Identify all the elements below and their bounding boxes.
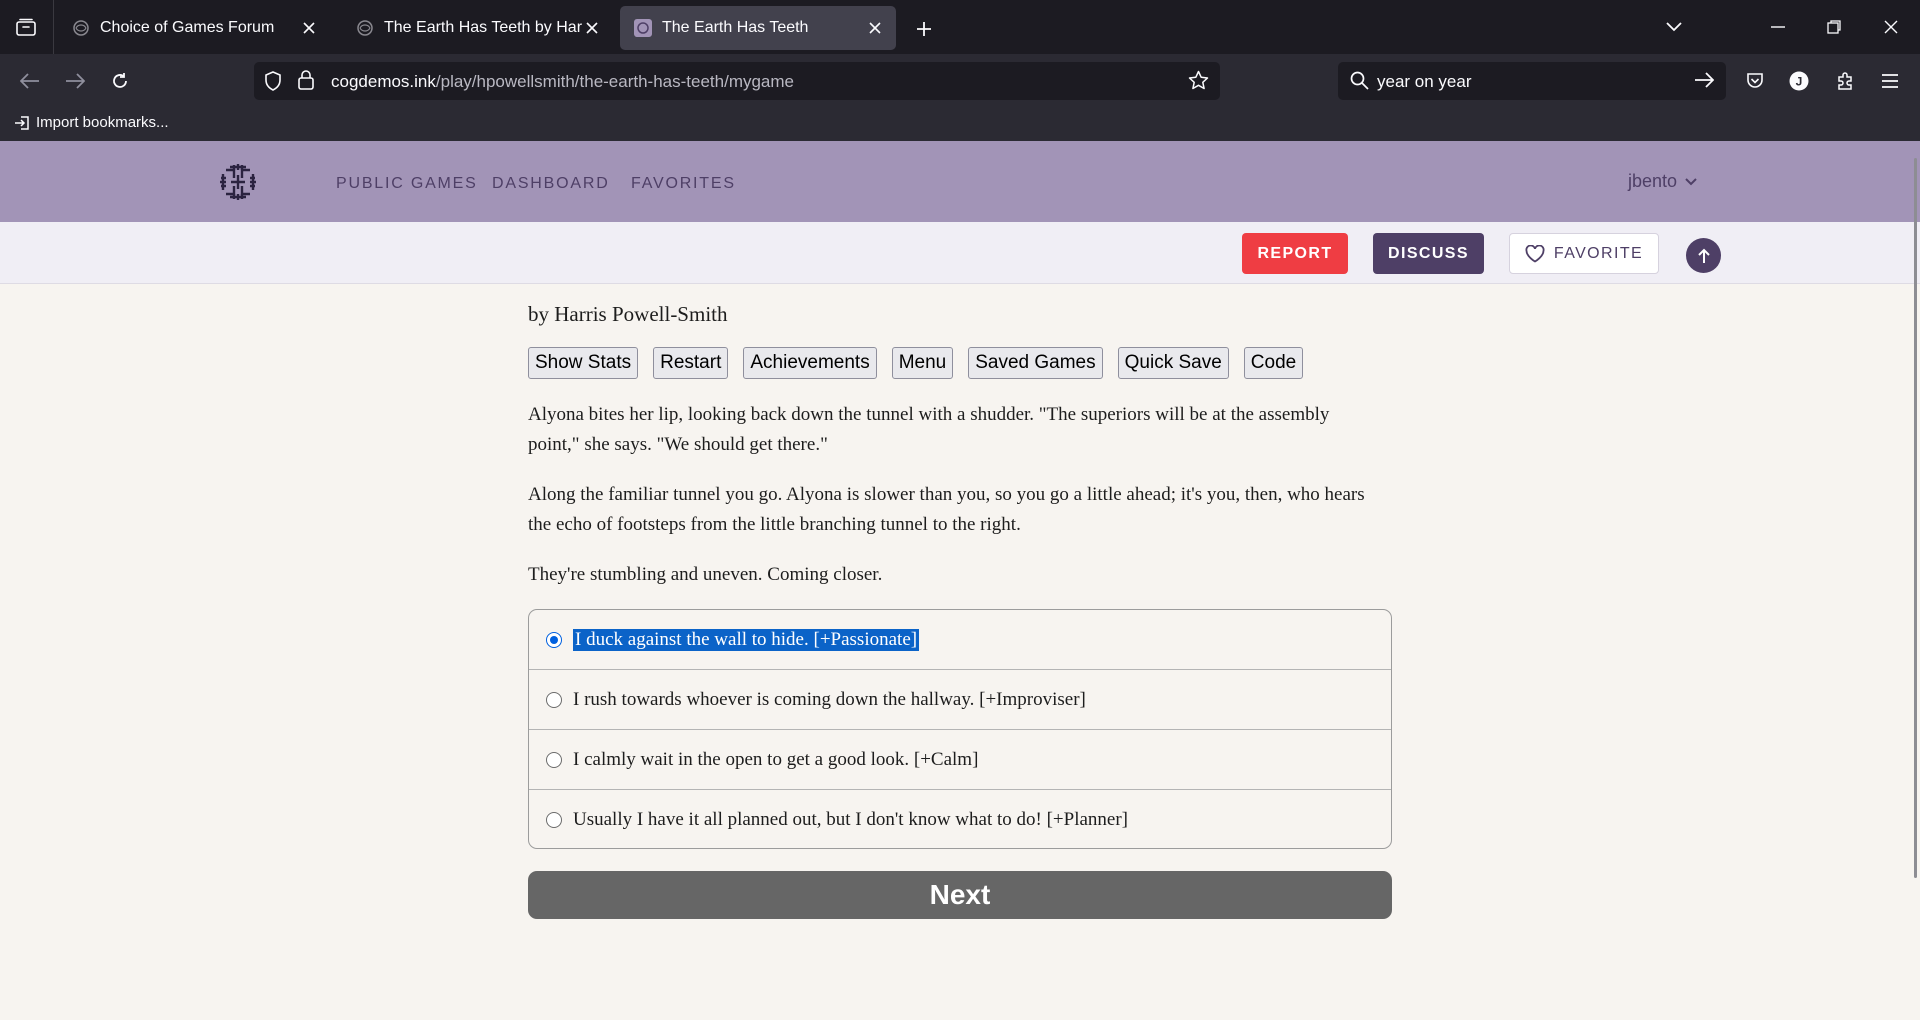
close-tab-icon[interactable] xyxy=(582,13,602,43)
favorite-button[interactable]: FAVORITE xyxy=(1509,233,1659,274)
account-avatar-icon[interactable]: J xyxy=(1781,63,1817,99)
tab-title: The Earth Has Teeth xyxy=(662,19,809,36)
chevron-down-icon xyxy=(1685,177,1697,185)
choice-label: I duck against the wall to hide. [+Passi… xyxy=(573,628,920,651)
cogdemos-favicon-icon xyxy=(634,19,652,37)
discuss-button[interactable]: DISCUSS xyxy=(1373,233,1484,274)
tab-separator xyxy=(53,0,54,54)
url-host: cogdemos.ink xyxy=(331,72,436,91)
story-paragraph: They're stumbling and uneven. Coming clo… xyxy=(528,564,883,585)
browser-tab-bar: Choice of Games Forum The Earth Has Teet… xyxy=(0,0,1920,54)
nav-dashboard[interactable]: DASHBOARD xyxy=(492,175,610,193)
choice-of-games-favicon-icon xyxy=(72,19,90,37)
import-icon xyxy=(15,115,29,130)
import-bookmarks-link[interactable]: Import bookmarks... xyxy=(14,114,169,131)
bookmark-star-icon[interactable] xyxy=(1188,70,1209,96)
bookmarks-bar: Import bookmarks... xyxy=(0,108,1920,141)
story-paragraph: Alyona bites her lip, looking back down … xyxy=(528,404,1330,455)
pocket-icon[interactable] xyxy=(1737,63,1773,99)
extensions-puzzle-icon[interactable] xyxy=(1827,63,1863,99)
game-byline: by Harris Powell-Smith xyxy=(528,302,728,326)
tab-game-active[interactable]: The Earth Has Teeth xyxy=(620,6,896,50)
close-tab-icon[interactable] xyxy=(860,13,890,43)
choice-radio[interactable] xyxy=(546,751,562,768)
search-input[interactable]: year on year xyxy=(1377,72,1472,92)
cogdemos-logo-icon[interactable] xyxy=(217,161,259,203)
site-header: PUBLIC GAMES DASHBOARD FAVORITES jbento xyxy=(0,141,1920,222)
choice-radio[interactable] xyxy=(546,631,562,648)
restore-window-icon[interactable] xyxy=(1814,9,1854,45)
tab-itch-page[interactable]: The Earth Has Teeth by Harris Powell-Smi… xyxy=(342,6,606,50)
story-paragraph: Along the familiar tunnel you go. Alyona… xyxy=(528,484,1365,535)
tab-list-icon[interactable] xyxy=(8,9,44,45)
choice-label: Usually I have it all planned out, but I… xyxy=(573,809,1128,830)
choice-option[interactable]: I calmly wait in the open to get a good … xyxy=(529,730,1391,790)
svg-text:J: J xyxy=(1796,75,1803,89)
list-all-tabs-icon[interactable] xyxy=(1654,9,1694,45)
tab-title: Choice of Games Forum xyxy=(100,19,275,36)
choice-label: I rush towards whoever is coming down th… xyxy=(573,688,1086,710)
forward-icon[interactable] xyxy=(57,63,93,99)
show-stats-button[interactable]: Show Stats xyxy=(528,347,639,379)
code-button[interactable]: Code xyxy=(1243,347,1304,379)
browser-nav-bar: cogdemos.ink/play/hpowellsmith/the-earth… xyxy=(0,54,1920,108)
minimize-window-icon[interactable] xyxy=(1758,9,1798,45)
close-window-icon[interactable] xyxy=(1871,9,1911,45)
address-bar[interactable]: cogdemos.ink/play/hpowellsmith/the-earth… xyxy=(254,62,1220,100)
search-icon xyxy=(1350,71,1369,95)
quick-save-button[interactable]: Quick Save xyxy=(1117,347,1229,379)
new-tab-icon[interactable] xyxy=(908,13,940,45)
favorite-label: FAVORITE xyxy=(1553,244,1644,262)
url-text[interactable]: cogdemos.ink/play/hpowellsmith/the-earth… xyxy=(331,72,794,92)
next-button[interactable]: Next xyxy=(528,871,1392,919)
close-tab-icon[interactable] xyxy=(294,13,324,43)
nav-public-games[interactable]: PUBLIC GAMES xyxy=(336,175,478,193)
game-toolbar: Show Stats Restart Achievements Menu Sav… xyxy=(528,347,1318,379)
nav-favorites[interactable]: FAVORITES xyxy=(631,175,736,193)
choice-of-games-favicon-icon xyxy=(356,19,374,37)
choice-radio[interactable] xyxy=(546,691,562,708)
tracking-protection-shield-icon[interactable] xyxy=(264,71,282,96)
report-button[interactable]: REPORT xyxy=(1242,233,1348,274)
reload-icon[interactable] xyxy=(102,63,138,99)
heart-icon xyxy=(1525,244,1545,263)
choice-option[interactable]: I rush towards whoever is coming down th… xyxy=(529,670,1391,730)
restart-button[interactable]: Restart xyxy=(653,347,729,379)
game-action-bar: REPORT DISCUSS FAVORITE xyxy=(0,222,1920,284)
lock-icon[interactable] xyxy=(298,70,314,95)
tab-title: The Earth Has Teeth by Harris Powell-Smi… xyxy=(384,19,582,36)
user-menu[interactable]: jbento xyxy=(1628,171,1697,192)
search-go-arrow-icon[interactable] xyxy=(1694,72,1715,93)
arrow-up-icon xyxy=(1697,248,1710,263)
menu-button[interactable]: Menu xyxy=(891,347,954,379)
page-scrollbar[interactable] xyxy=(1914,158,1917,878)
import-bookmarks-label: Import bookmarks... xyxy=(36,114,169,131)
username: jbento xyxy=(1628,171,1678,191)
search-bar[interactable]: year on year xyxy=(1338,62,1726,100)
choice-radio[interactable] xyxy=(546,812,562,828)
saved-games-button[interactable]: Saved Games xyxy=(968,347,1103,379)
choice-label: I calmly wait in the open to get a good … xyxy=(573,748,979,770)
back-icon[interactable] xyxy=(12,63,48,99)
url-path: /play/hpowellsmith/the-earth-has-teeth/m… xyxy=(435,72,795,91)
scroll-to-top-button[interactable] xyxy=(1686,238,1721,273)
choice-option[interactable]: Usually I have it all planned out, but I… xyxy=(529,790,1391,848)
choice-option[interactable]: I duck against the wall to hide. [+Passi… xyxy=(529,610,1391,670)
choice-list: I duck against the wall to hide. [+Passi… xyxy=(528,609,1392,849)
tab-forum[interactable]: Choice of Games Forum xyxy=(58,6,330,50)
hamburger-menu-icon[interactable] xyxy=(1872,63,1908,99)
achievements-button[interactable]: Achievements xyxy=(743,347,877,379)
